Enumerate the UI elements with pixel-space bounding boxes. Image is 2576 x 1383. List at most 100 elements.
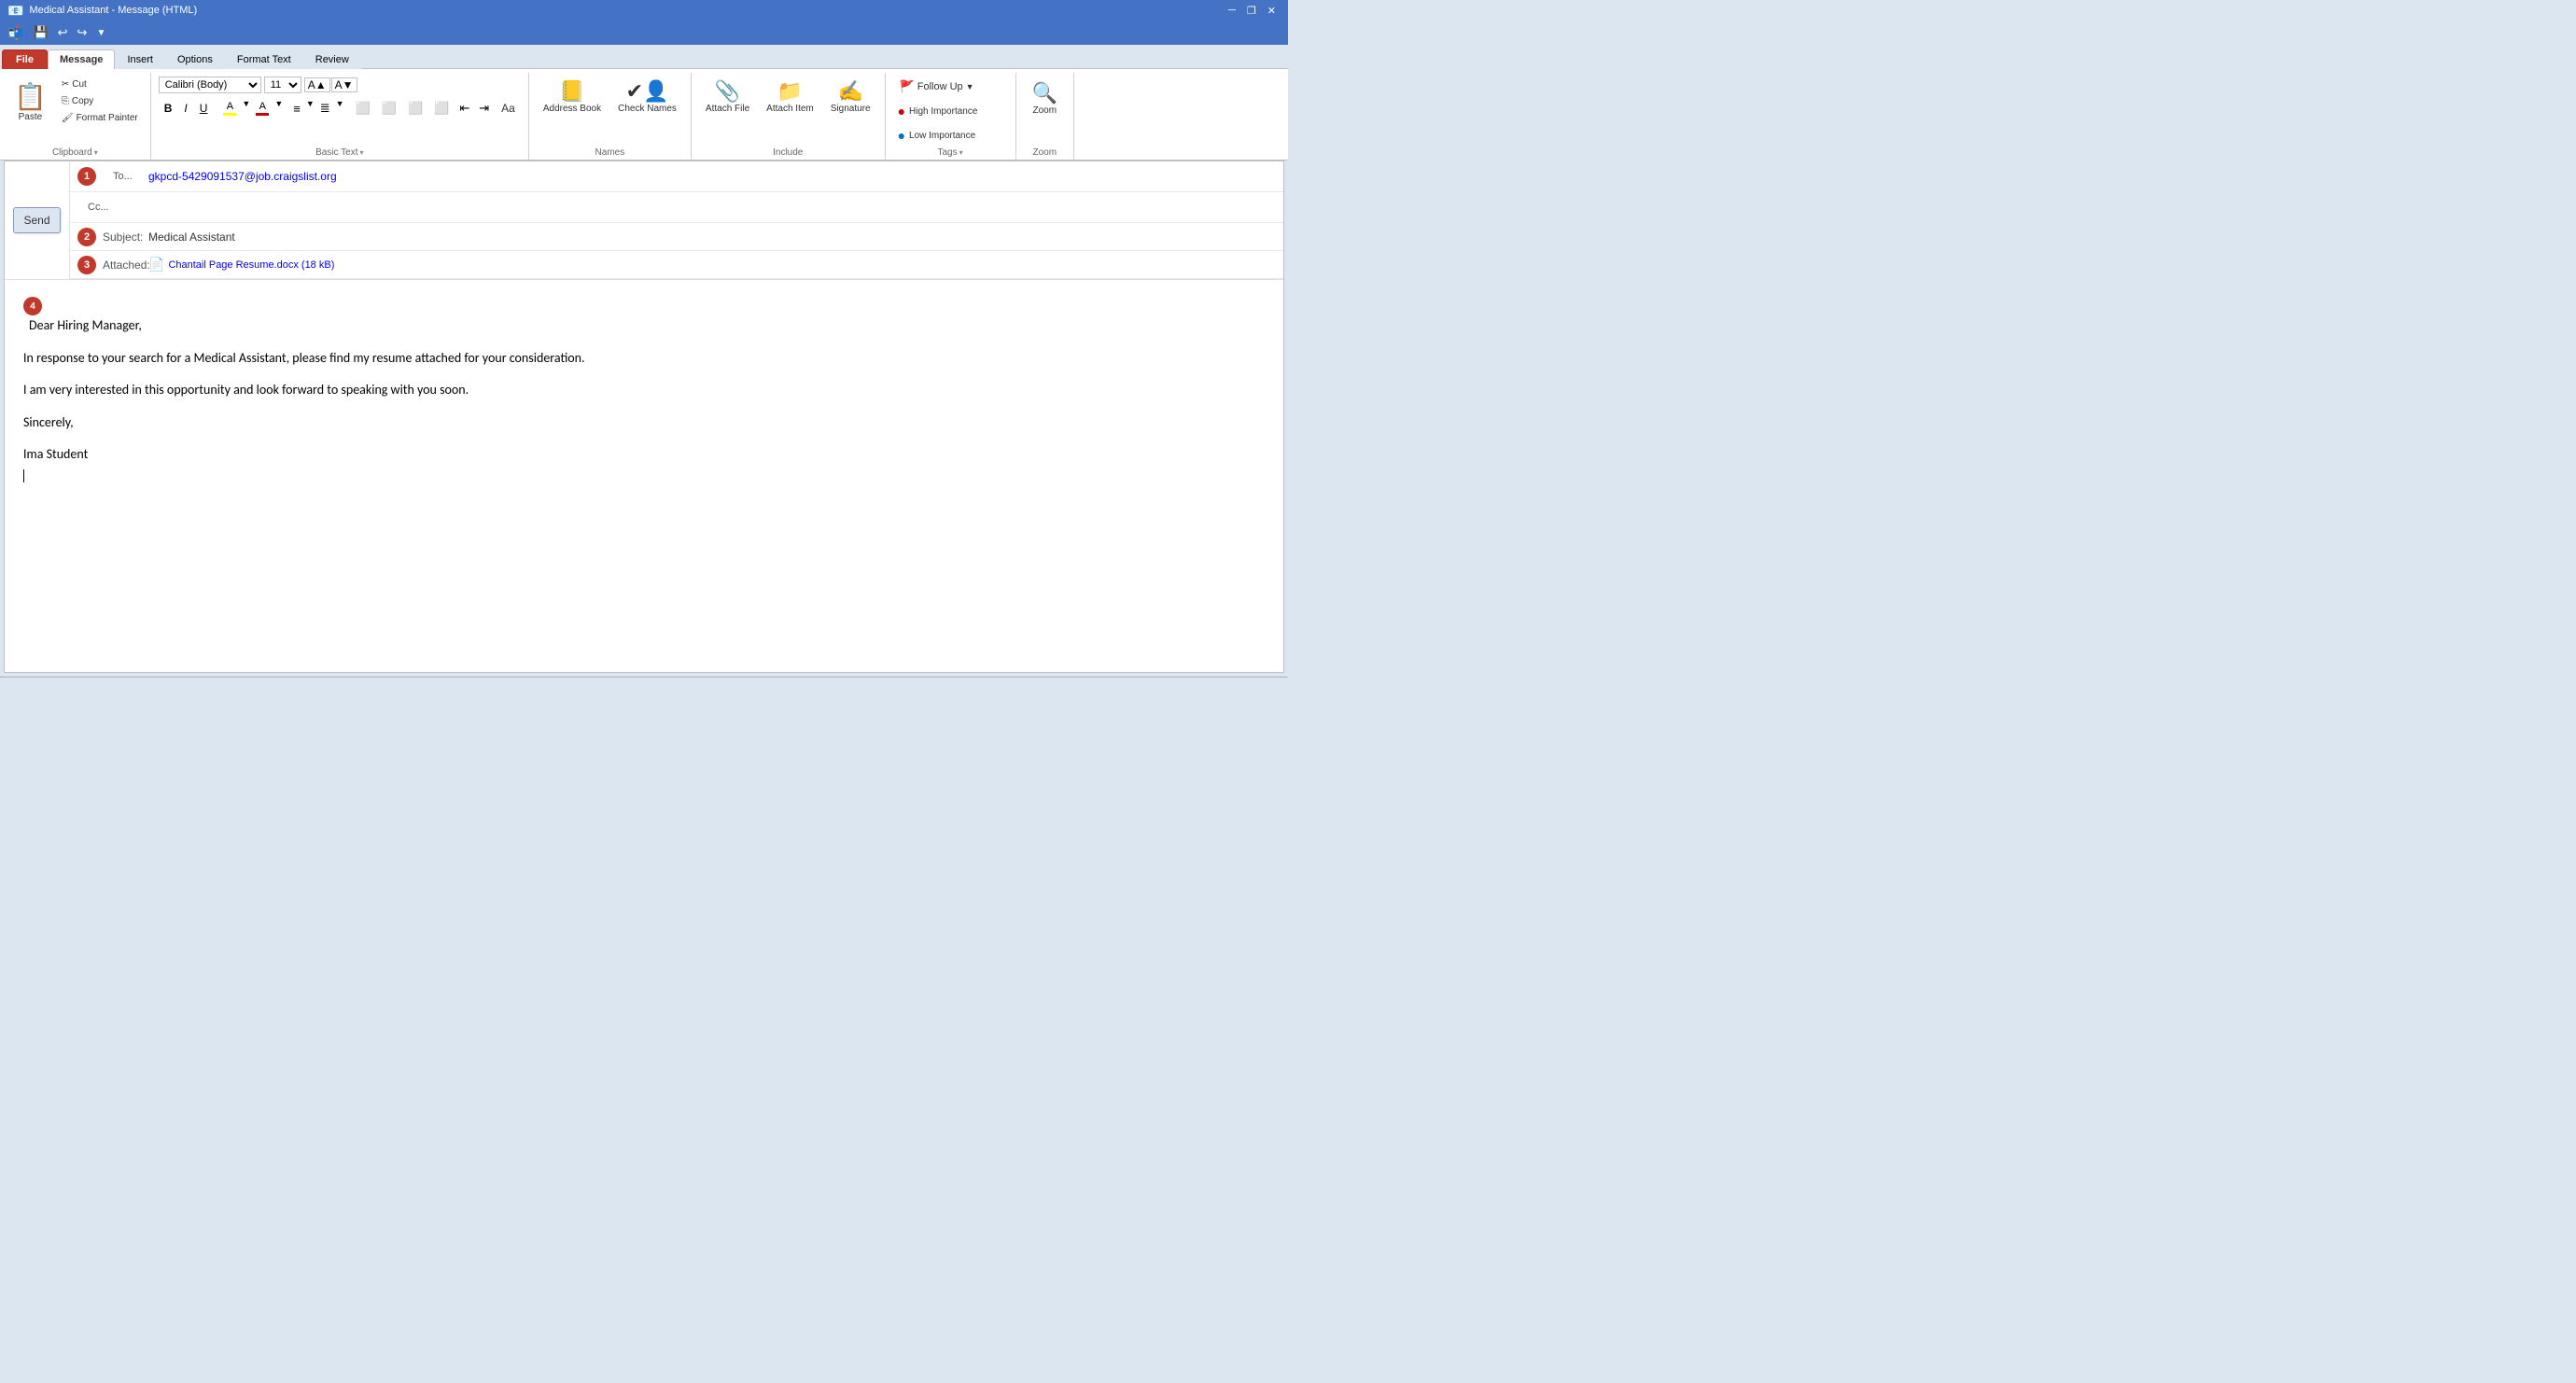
check-names-button[interactable]: ✔👤 Check Names: [611, 77, 683, 119]
tab-insert[interactable]: Insert: [115, 49, 165, 69]
cc-field-label: Cc...: [70, 192, 145, 222]
align-left-button[interactable]: ⬜: [351, 98, 375, 119]
attached-field-row: 3 Attached: 📄 Chantail Page Resume.docx …: [70, 251, 1283, 279]
redo-button[interactable]: ↪: [74, 23, 91, 42]
attach-item-icon: 📁: [777, 81, 803, 102]
decrease-indent-button[interactable]: ⇤: [455, 99, 473, 118]
window-title: Medical Assistant - Message (HTML): [29, 5, 197, 16]
copy-button[interactable]: ⎘ Copy: [57, 93, 143, 109]
styles-button[interactable]: Aa: [496, 99, 521, 118]
paste-button[interactable]: 📋 Paste: [7, 77, 53, 127]
status-bar: [0, 677, 1288, 695]
include-group: 📎 Attach File 📁 Attach Item ✍ Signature …: [692, 73, 886, 160]
title-bar: 📧 Medical Assistant - Message (HTML) ─ ❐…: [0, 0, 1288, 21]
follow-up-button[interactable]: 🚩 Follow Up ▼: [893, 77, 981, 97]
to-button[interactable]: To...: [105, 167, 141, 186]
customize-button[interactable]: ▼: [92, 26, 109, 40]
tab-review[interactable]: Review: [303, 49, 361, 69]
zoom-icon: 🔍: [1032, 81, 1057, 105]
numbered-list-dropdown-icon[interactable]: ▼: [336, 99, 344, 118]
email-header: Send 1 To... Cc...: [5, 161, 1283, 280]
basic-text-expand-icon[interactable]: ▾: [359, 148, 363, 157]
email-name: Ima Student: [23, 444, 1265, 486]
follow-up-flag-icon: 🚩: [900, 79, 915, 94]
attachment-link[interactable]: Chantail Page Resume.docx (18 kB): [168, 259, 334, 271]
cut-icon: ✂: [62, 79, 69, 90]
tab-message[interactable]: Message: [48, 49, 115, 69]
address-book-button[interactable]: 📒 Address Book: [537, 77, 608, 119]
numbered-list-button[interactable]: ≣: [316, 99, 334, 118]
tab-format-text[interactable]: Format Text: [225, 49, 303, 69]
format-painter-icon: 🖌: [62, 113, 74, 123]
email-closing: Sincerely,: [23, 412, 1265, 433]
save-button[interactable]: 💾: [29, 23, 51, 42]
undo-button[interactable]: ↩: [54, 23, 72, 42]
send-button[interactable]: Send: [13, 207, 60, 233]
signature-icon: ✍: [837, 81, 862, 102]
bullet-list-button[interactable]: ≡: [289, 99, 304, 118]
email-fields: 1 To... Cc...: [70, 161, 1283, 279]
low-importance-button[interactable]: ● Low Importance: [893, 125, 981, 146]
font-color-dropdown-icon[interactable]: ▼: [274, 99, 283, 118]
format-painter-button[interactable]: 🖌 Format Painter: [57, 110, 143, 126]
address-book-icon: 📒: [559, 81, 584, 102]
app-logo-button[interactable]: 📬: [4, 23, 27, 43]
cc-input[interactable]: [145, 197, 1283, 217]
basic-text-group: Calibri (Body) 11 A▲ A▼ B I U A: [151, 73, 529, 160]
subject-field-row: 2 Subject:: [70, 223, 1283, 251]
copy-icon: ⎘: [62, 96, 69, 106]
send-panel: Send: [5, 161, 70, 279]
subject-label: 2 Subject:: [70, 224, 145, 250]
font-size-select[interactable]: 11: [264, 77, 301, 93]
window-controls: ─ ❐ ✕: [1224, 4, 1281, 18]
tab-options[interactable]: Options: [165, 49, 225, 69]
underline-button[interactable]: U: [194, 100, 214, 117]
zoom-button[interactable]: 🔍 Zoom: [1024, 77, 1066, 120]
app-icon: 📧: [7, 3, 23, 19]
align-justify-button[interactable]: ⬜: [429, 98, 454, 119]
tags-group: 🚩 Follow Up ▼ ● High Importance ● Low Im…: [886, 73, 1016, 160]
italic-button[interactable]: I: [178, 100, 192, 117]
font-color-icon: A: [259, 101, 266, 112]
highlight-dropdown-icon[interactable]: ▼: [242, 99, 250, 118]
email-body-content: Dear Hiring Manager, In response to your…: [23, 315, 1265, 485]
align-center-button[interactable]: ⬜: [377, 98, 401, 119]
email-body[interactable]: 4 Dear Hiring Manager, In response to yo…: [5, 280, 1283, 672]
high-importance-icon: ●: [898, 104, 905, 119]
ribbon-tabs: File Message Insert Options Format Text …: [0, 45, 1288, 69]
high-importance-button[interactable]: ● High Importance: [893, 101, 983, 121]
attach-file-button[interactable]: 📎 Attach File: [699, 77, 756, 119]
font-color-button[interactable]: A: [252, 99, 273, 118]
tags-expand-icon[interactable]: ▾: [959, 148, 963, 157]
cut-button[interactable]: ✂ Cut: [57, 77, 143, 92]
bold-button[interactable]: B: [159, 100, 178, 117]
zoom-group: 🔍 Zoom Zoom: [1016, 73, 1074, 160]
clipboard-expand-icon[interactable]: ▾: [94, 148, 98, 157]
attach-item-button[interactable]: 📁 Attach Item: [760, 77, 820, 119]
to-field-label: 1 To...: [70, 161, 145, 191]
highlight-color-button[interactable]: A: [219, 99, 240, 118]
check-names-icon: ✔👤: [626, 81, 669, 102]
email-greeting: Dear Hiring Manager,: [29, 315, 1265, 336]
increase-indent-button[interactable]: ⇥: [475, 99, 493, 118]
names-group: 📒 Address Book ✔👤 Check Names Names: [529, 73, 692, 160]
align-right-button[interactable]: ⬜: [403, 98, 427, 119]
attached-label: 3 Attached:: [70, 252, 145, 278]
tab-file[interactable]: File: [2, 49, 48, 69]
paste-icon: 📋: [14, 81, 47, 112]
close-button[interactable]: ✕: [1263, 4, 1281, 18]
email-compose-window: Send 1 To... Cc...: [4, 161, 1284, 673]
font-size-increase-button[interactable]: A▲: [304, 77, 330, 92]
font-size-decrease-button[interactable]: A▼: [331, 77, 357, 92]
font-family-select[interactable]: Calibri (Body): [159, 77, 261, 93]
minimize-button[interactable]: ─: [1224, 4, 1240, 18]
cc-button[interactable]: Cc...: [79, 198, 118, 217]
font-color-bar: [256, 113, 269, 116]
restore-button[interactable]: ❐: [1242, 4, 1261, 18]
bullet-list-dropdown-icon[interactable]: ▼: [306, 99, 315, 118]
subject-input[interactable]: [145, 227, 1283, 247]
signature-button[interactable]: ✍ Signature: [824, 77, 877, 119]
to-input[interactable]: [145, 166, 1283, 187]
highlight-icon: A: [227, 101, 233, 112]
main-content: Send 1 To... Cc...: [4, 161, 1284, 673]
